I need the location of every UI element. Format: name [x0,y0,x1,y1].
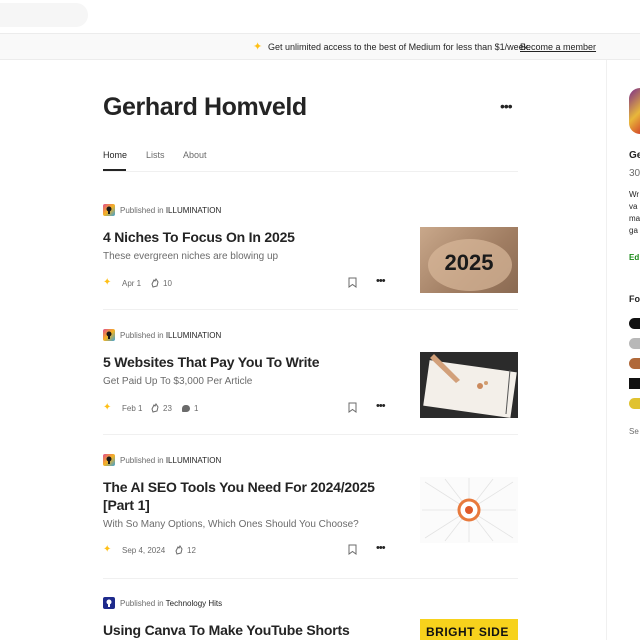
article-title[interactable]: 4 Niches To Focus On In 2025 [103,228,393,246]
article-date: Apr 1 [122,279,142,288]
publication-logo [103,454,115,466]
article-title[interactable]: 5 Websites That Pay You To Write [103,353,393,371]
clap-icon[interactable] [150,403,160,413]
thumbnail-text: 2025 [445,250,494,275]
publication-name[interactable]: ILLUMINATION [166,331,221,340]
banner-text: Get unlimited access to the best of Medi… [268,42,531,52]
article-thumbnail[interactable] [420,477,518,543]
star-icon: ✦ [103,277,112,288]
published-in-label: Published in [120,599,164,608]
published-in-label: Published in [120,456,164,465]
bookmark-icon[interactable] [348,277,357,288]
tab-about[interactable]: About [183,150,207,160]
sidebar-bio-line: va [629,202,638,211]
clap-count: 10 [163,279,172,288]
published-in-label: Published in [120,206,164,215]
clap-count: 12 [187,546,196,555]
membership-banner: ✦ Get unlimited access to the best of Me… [0,33,640,60]
clap-icon[interactable] [150,278,160,288]
profile-name: Gerhard Homveld [103,93,307,121]
sidebar-bio-line: ga [629,226,638,235]
response-icon[interactable] [182,405,190,412]
publication-logo [103,329,115,341]
publication-logo [103,204,115,216]
top-bar [0,0,640,32]
publication-name[interactable]: Technology Hits [166,599,222,608]
following-heading: Fo [629,294,640,304]
response-count: 1 [194,404,199,413]
sidebar-name: Ge [629,150,640,161]
article-thumbnail[interactable] [420,352,518,418]
article-divider [103,578,518,579]
article-subtitle: These evergreen niches are blowing up [103,251,279,262]
article-thumbnail[interactable]: BRIGHT SIDE [420,619,518,640]
article-subtitle: Get Paid Up To $3,000 Per Article [103,376,253,387]
search-input[interactable] [0,3,88,27]
article-date: Sep 4, 2024 [122,546,166,555]
following-avatar[interactable] [629,398,640,409]
article-title[interactable]: Using Canva To Make YouTube Shorts [103,621,393,639]
article-card[interactable]: Published in Technology Hits Using Canva… [103,597,518,640]
following-avatar[interactable] [629,358,640,369]
sparkle-icon: ✦ [253,41,263,53]
become-member-link[interactable]: Become a member [520,42,596,52]
article-date: Feb 1 [122,404,143,413]
bookmark-icon[interactable] [348,544,357,555]
article-divider [103,434,518,435]
bookmark-icon[interactable] [348,402,357,413]
clap-icon[interactable] [174,545,184,555]
profile-more-icon[interactable]: ••• [500,98,513,114]
tab-lists[interactable]: Lists [146,150,165,160]
article-meta: ✦ Apr 1 10 [103,277,403,291]
article-thumbnail[interactable]: 2025 [420,227,518,293]
article-more-icon[interactable]: ••• [376,275,386,287]
see-all-link[interactable]: Se [629,427,639,436]
thumbnail-text: BRIGHT SIDE [426,625,509,639]
article-card[interactable]: Published in ILLUMINATION 5 Websites Tha… [103,329,518,429]
article-title[interactable]: The AI SEO Tools You Need For 2024/2025 … [103,478,393,514]
article-meta: ✦ Sep 4, 2024 12 [103,544,403,558]
article-more-icon[interactable]: ••• [376,400,386,412]
following-avatar[interactable] [629,318,640,329]
star-icon: ✦ [103,544,112,555]
clap-count: 23 [163,404,172,413]
tab-home[interactable]: Home [103,150,127,160]
following-avatar[interactable] [629,338,640,349]
publication-name[interactable]: ILLUMINATION [166,206,221,215]
article-more-icon[interactable]: ••• [376,542,386,554]
article-card[interactable]: Published in ILLUMINATION The AI SEO Too… [103,454,518,574]
sidebar-bio-line: ma [629,214,640,223]
sidebar-followers[interactable]: 30 [629,168,640,179]
edit-profile-link[interactable]: Ed [629,253,639,262]
following-avatar[interactable] [629,378,640,389]
star-icon: ✦ [103,402,112,413]
avatar[interactable] [629,88,640,134]
article-subtitle: With So Many Options, Which Ones Should … [103,519,359,530]
sidebar-divider [606,60,607,640]
sidebar-bio-line: Wr [629,190,640,199]
profile-tabs: Home Lists About [103,150,518,172]
article-meta: ✦ Feb 1 23 1 [103,402,403,416]
publication-name[interactable]: ILLUMINATION [166,456,221,465]
article-divider [103,309,518,310]
article-card[interactable]: Published in ILLUMINATION 4 Niches To Fo… [103,204,518,304]
active-tab-indicator [103,169,126,171]
publication-logo [103,597,115,609]
published-in-label: Published in [120,331,164,340]
